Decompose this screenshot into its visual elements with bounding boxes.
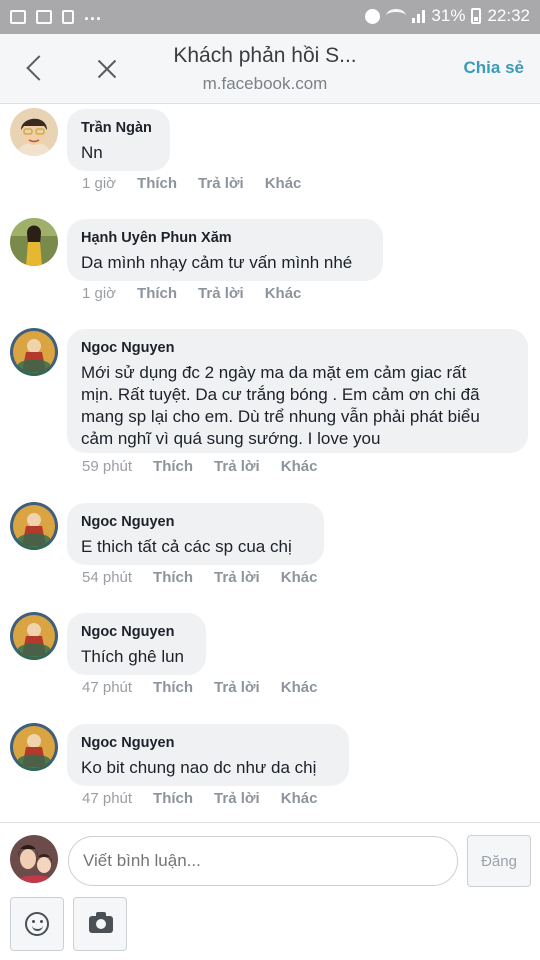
more-button[interactable]: Khác xyxy=(281,790,318,807)
reply-button[interactable]: Trả lời xyxy=(198,285,244,302)
comment-author[interactable]: Ngoc Nguyen xyxy=(81,734,333,752)
status-bar: ... 31% 22:32 xyxy=(0,0,540,34)
battery-icon xyxy=(471,8,482,24)
comment-actions: 1 giờ Thích Trả lời Khác xyxy=(82,285,322,302)
notification-icons: ... xyxy=(10,4,102,25)
comment-bubble: Trần Ngàn Nn xyxy=(67,109,170,171)
close-icon[interactable] xyxy=(92,52,122,86)
comment-author[interactable]: Ngoc Nguyen xyxy=(81,513,308,531)
comment-bubble: Ngoc Nguyen Ko bit chung nao dc như da c… xyxy=(67,724,349,786)
comment-text-line: Mới sử dụng đc 2 ngày ma da mặt em cảm g… xyxy=(81,363,467,382)
clock: 22:32 xyxy=(487,6,530,25)
back-arrow-icon[interactable] xyxy=(22,52,52,86)
page-url: m.facebook.com xyxy=(202,74,328,93)
wifi-icon xyxy=(386,9,407,23)
comment-time: 1 giờ xyxy=(82,175,117,192)
avatar[interactable] xyxy=(10,502,58,550)
more-button[interactable]: Khác xyxy=(265,285,302,302)
avatar[interactable] xyxy=(10,612,58,660)
comment-time: 1 giờ xyxy=(82,285,117,302)
comment-time: 47 phút xyxy=(82,679,133,696)
avatar[interactable] xyxy=(10,328,58,376)
like-button[interactable]: Thích xyxy=(153,458,193,475)
page-title: Khách phản hồi S... xyxy=(173,44,357,67)
comment-text-line: cảm nghĩ vì quá sung sướng. I love you xyxy=(81,429,381,448)
comment-time: 59 phút xyxy=(82,458,133,475)
comment-actions: 59 phút Thích Trả lời Khác xyxy=(82,458,338,475)
comment-text-line: mang sp lại cho em. Dù trể nhung vẫn phả… xyxy=(81,407,480,426)
like-button[interactable]: Thích xyxy=(153,790,193,807)
comment-actions: 54 phút Thích Trả lời Khác xyxy=(82,569,338,586)
comment-text: Ko bit chung nao dc như da chị xyxy=(81,758,317,777)
gallery-notification-icon xyxy=(10,9,26,24)
current-user-avatar xyxy=(10,835,58,883)
comment-bubble: Ngoc Nguyen E thich tất cả các sp cua ch… xyxy=(67,503,324,565)
comment-actions: 47 phút Thích Trả lời Khác xyxy=(82,679,338,696)
more-button[interactable]: Khác xyxy=(281,458,318,475)
comment-text: Da mình nhạy cảm tư vấn mình nhé xyxy=(81,253,353,272)
comment-bubble: Hạnh Uyên Phun Xăm Da mình nhạy cảm tư v… xyxy=(67,219,383,281)
more-button[interactable]: Khác xyxy=(281,569,318,586)
comment-text: E thich tất cả các sp cua chị xyxy=(81,537,292,556)
more-button[interactable]: Khác xyxy=(265,175,302,192)
signal-icon xyxy=(412,9,426,23)
comment-author[interactable]: Ngoc Nguyen xyxy=(81,623,190,641)
avatar[interactable] xyxy=(10,218,58,266)
like-button[interactable]: Thích xyxy=(137,175,177,192)
reply-button[interactable]: Trả lời xyxy=(214,458,260,475)
comment-text: Nn xyxy=(81,143,103,162)
like-button[interactable]: Thích xyxy=(153,569,193,586)
comment-input[interactable] xyxy=(68,836,458,886)
comment-actions: 47 phút Thích Trả lời Khác xyxy=(82,790,338,807)
comment-text: Thích ghê lun xyxy=(81,647,185,666)
more-button[interactable]: Khác xyxy=(281,679,318,696)
avatar[interactable] xyxy=(10,108,58,156)
avatar[interactable] xyxy=(10,723,58,771)
reply-button[interactable]: Trả lời xyxy=(198,175,244,192)
comment-actions: 1 giờ Thích Trả lời Khác xyxy=(82,175,322,192)
system-indicators: 31% 22:32 xyxy=(365,6,530,26)
comment-author[interactable]: Ngoc Nguyen xyxy=(81,339,512,357)
comment-author[interactable]: Hạnh Uyên Phun Xăm xyxy=(81,229,367,247)
comment-author[interactable]: Trần Ngàn xyxy=(81,119,154,137)
browser-header: Khách phản hồi S... m.facebook.com Chia … xyxy=(0,34,540,104)
comment-text: Mới sử dụng đc 2 ngày ma da mặt em cảm g… xyxy=(81,362,512,450)
like-button[interactable]: Thích xyxy=(153,679,193,696)
comment-bubble: Ngoc Nguyen Mới sử dụng đc 2 ngày ma da … xyxy=(67,329,528,453)
alarm-icon xyxy=(365,8,381,24)
camera-icon xyxy=(89,912,113,933)
emoji-button[interactable] xyxy=(10,897,64,951)
more-notifications: ... xyxy=(84,4,103,24)
flag-notification-icon xyxy=(62,9,74,24)
battery-percent: 31% xyxy=(431,6,466,25)
reply-button[interactable]: Trả lời xyxy=(214,679,260,696)
post-button[interactable]: Đăng xyxy=(467,835,531,887)
like-button[interactable]: Thích xyxy=(137,285,177,302)
comment-composer: Đăng xyxy=(0,822,540,960)
comment-time: 54 phút xyxy=(82,569,133,586)
reply-button[interactable]: Trả lời xyxy=(214,569,260,586)
comment-time: 47 phút xyxy=(82,790,133,807)
comment-text-line: mịn. Rất tuyệt. Da cư trắng bóng . Em cả… xyxy=(81,385,480,404)
comment-bubble: Ngoc Nguyen Thích ghê lun xyxy=(67,613,206,675)
photo-button[interactable] xyxy=(73,897,127,951)
reply-button[interactable]: Trả lời xyxy=(214,790,260,807)
share-button[interactable]: Chia sẻ xyxy=(464,58,524,78)
app-notification-icon xyxy=(36,9,52,24)
smiley-icon xyxy=(25,912,49,936)
